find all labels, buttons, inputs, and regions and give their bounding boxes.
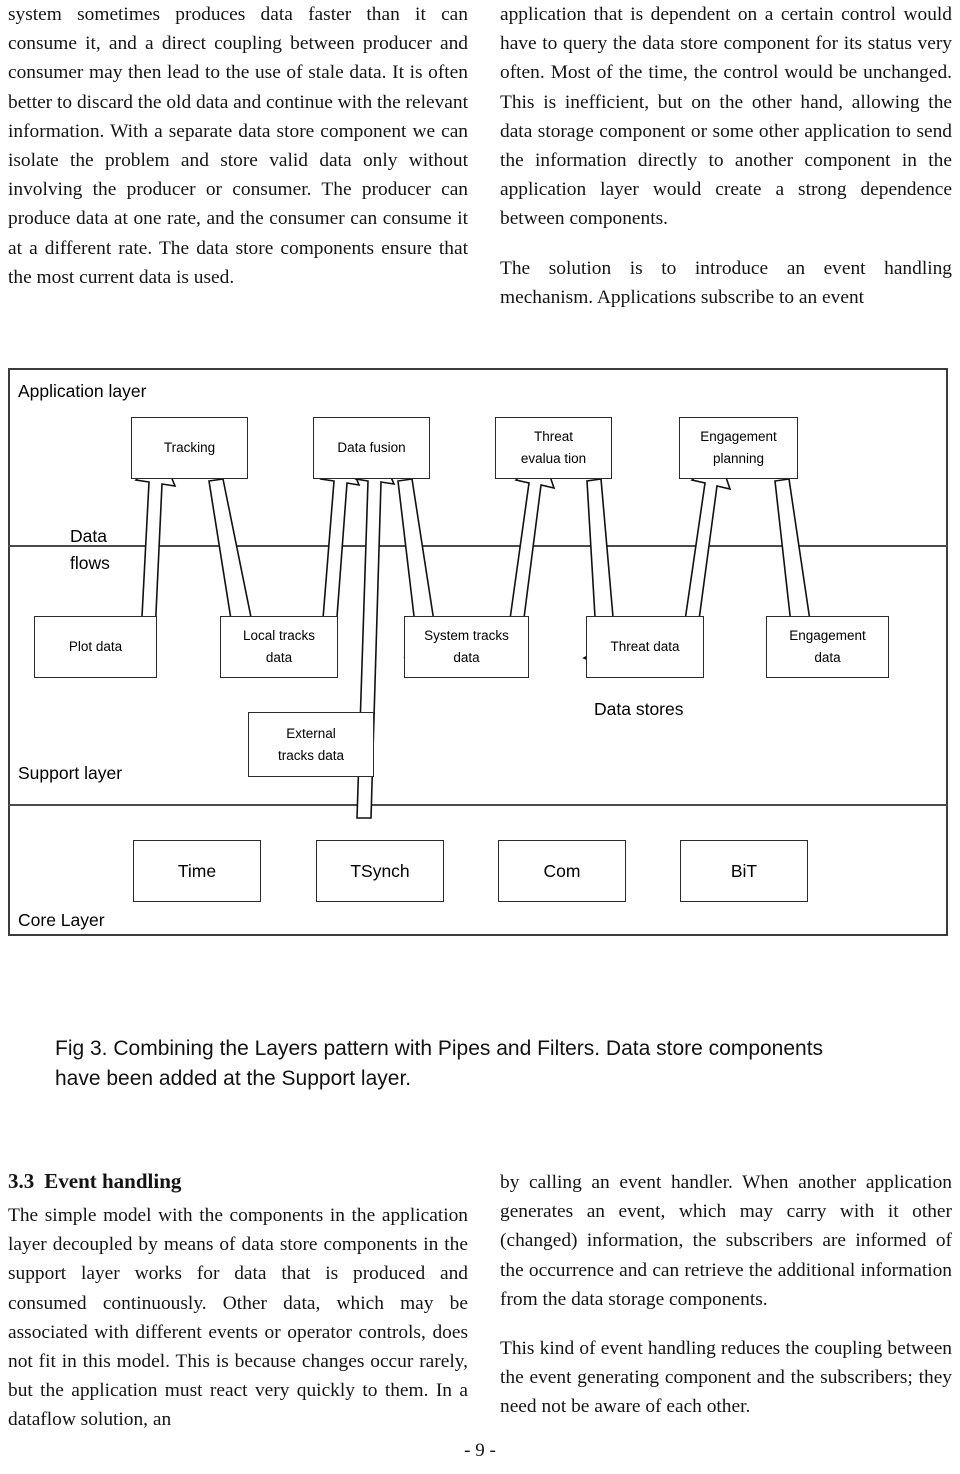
layer-label-core: Core Layer bbox=[18, 910, 105, 930]
section-heading: 3.3 Event handling bbox=[8, 1168, 468, 1194]
node-label-line1: Com bbox=[543, 861, 581, 881]
node-label-line1: Local tracks bbox=[242, 628, 316, 643]
node-label-line1: BiT bbox=[730, 861, 758, 881]
paragraph: application that is dependent on a certa… bbox=[500, 4, 952, 230]
node-label-line1: External bbox=[286, 725, 336, 741]
node-plot-data[interactable]: Plot data bbox=[34, 616, 157, 678]
node-time[interactable]: Time bbox=[133, 840, 261, 902]
body-text-column-top-right: application that is dependent on a certa… bbox=[500, 0, 952, 312]
layer-label-data-flows-line1: Data bbox=[70, 526, 107, 546]
node-system-tracks-data[interactable]: System tracks data bbox=[404, 616, 529, 678]
node-label-line1: Threat bbox=[533, 429, 574, 444]
node-label-line1: Engagement bbox=[700, 429, 777, 444]
label-data-stores: Data stores bbox=[594, 699, 684, 719]
node-label-line2: data bbox=[453, 650, 480, 665]
layer-label-application: Application layer bbox=[18, 381, 147, 401]
node-threat-evaluation[interactable]: Threat evalua tion bbox=[495, 417, 612, 479]
layer-label-support: Support layer bbox=[18, 763, 123, 783]
figure-caption: Fig 3. Combining the Layers pattern with… bbox=[55, 1037, 824, 1090]
node-label-line1: Engagement bbox=[789, 628, 866, 643]
section-heading-number: 3.3 bbox=[8, 1169, 35, 1193]
paragraph: system sometimes produces data faster th… bbox=[8, 4, 468, 288]
paragraph: by calling an event handler. When anothe… bbox=[500, 1172, 952, 1310]
node-bit[interactable]: BiT bbox=[680, 840, 808, 902]
node-label-line2: data bbox=[265, 650, 293, 665]
node-label-line2: planning bbox=[712, 451, 765, 466]
body-text-column-bottom-left: 3.3 Event handling The simple model with … bbox=[8, 1168, 468, 1435]
node-external-tracks-data[interactable]: External tracks data bbox=[248, 712, 374, 777]
node-local-tracks-data[interactable]: Local tracks data bbox=[220, 616, 338, 678]
node-engagement-planning[interactable]: Engagement planning bbox=[679, 417, 798, 479]
figure-3-diagram: Application layer Data flows Support lay… bbox=[8, 368, 948, 936]
page-number: - 9 - bbox=[464, 1440, 496, 1461]
node-data-fusion[interactable]: Data fusion bbox=[313, 417, 430, 479]
node-threat-data[interactable]: Threat data bbox=[586, 616, 704, 678]
node-label-line1: TSynch bbox=[350, 861, 410, 881]
node-tsynch[interactable]: TSynch bbox=[316, 840, 444, 902]
node-label-line1: Time bbox=[177, 861, 217, 881]
paragraph: The solution is to introduce an event ha… bbox=[500, 257, 952, 308]
node-label-line1: Threat data bbox=[610, 639, 680, 654]
node-label-line2: data bbox=[814, 650, 841, 665]
paragraph: The simple model with the components in … bbox=[8, 1205, 468, 1431]
node-com[interactable]: Com bbox=[498, 840, 626, 902]
paragraph: This kind of event handling reduces the … bbox=[500, 1338, 952, 1418]
node-label-line1: Data fusion bbox=[337, 440, 406, 455]
node-label-line2: tracks data bbox=[277, 747, 345, 763]
body-text-column-top-left: system sometimes produces data faster th… bbox=[8, 0, 468, 292]
body-text-column-bottom-right: by calling an event handler. When anothe… bbox=[500, 1168, 952, 1422]
node-engagement-data[interactable]: Engagement data bbox=[766, 616, 889, 678]
node-label-line1: Plot data bbox=[68, 639, 123, 654]
node-label-line2: evalua tion bbox=[520, 451, 587, 466]
node-label-line1: Tracking bbox=[163, 440, 216, 455]
layer-label-data-flows-line2: flows bbox=[70, 553, 110, 573]
node-tracking[interactable]: Tracking bbox=[131, 417, 248, 479]
node-label-line1: System tracks bbox=[424, 628, 509, 643]
section-heading-text: Event handling bbox=[44, 1169, 182, 1193]
